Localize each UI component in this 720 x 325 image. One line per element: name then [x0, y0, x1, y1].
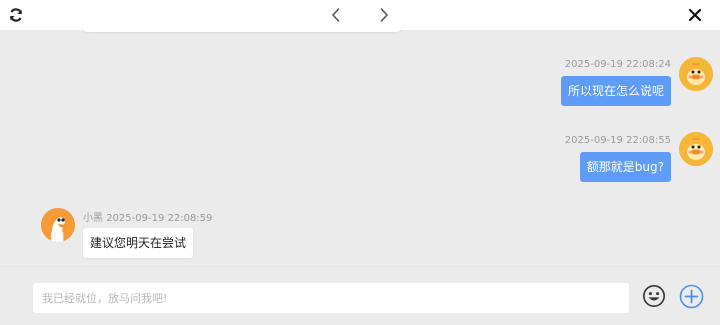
- message-timestamp: 2025-09-19 22:08:59: [106, 213, 213, 224]
- message-timestamp: 2025-09-19 22:08:55: [564, 135, 671, 146]
- duck-avatar-icon: [679, 132, 713, 166]
- goose-avatar-icon: [41, 208, 75, 242]
- duck-avatar-icon: [679, 57, 713, 91]
- my-message-bubble: 所以现在怎么说呢: [560, 76, 671, 106]
- sender-name: 小黑: [83, 213, 103, 224]
- my-message-bubble: 额那就是bug?: [579, 152, 671, 182]
- chat-area: 2025-09-19 22:08:24 所以现在怎么说呢 2025-09-19 …: [0, 30, 720, 266]
- bot-avatar: [41, 208, 75, 242]
- user-avatar: [679, 57, 713, 91]
- smiley-icon[interactable]: [642, 284, 666, 308]
- sender-line: 小黑 2025-09-19 22:08:59: [83, 209, 212, 224]
- message-input[interactable]: [33, 283, 629, 313]
- user-avatar: [679, 132, 713, 166]
- composer-bar: [0, 266, 720, 325]
- refresh-icon[interactable]: [8, 7, 24, 23]
- message-timestamp: 2025-09-19 22:08:24: [564, 59, 671, 70]
- plus-circle-icon[interactable]: [679, 284, 704, 309]
- close-icon[interactable]: [687, 7, 703, 23]
- bot-message-bubble: 建议您明天在尝试: [83, 228, 194, 258]
